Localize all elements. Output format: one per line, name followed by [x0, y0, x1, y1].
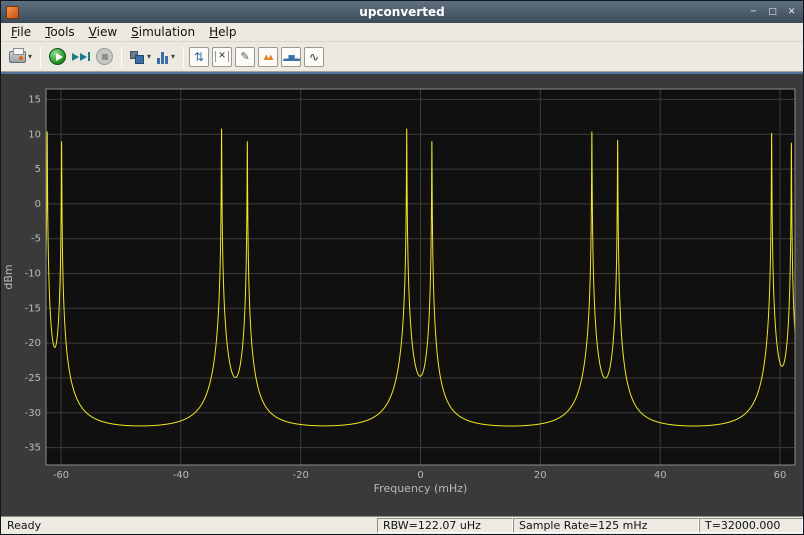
svg-text:-20: -20 [293, 470, 309, 481]
menu-view[interactable]: View [83, 24, 123, 40]
titlebar[interactable]: upconverted ─ □ ✕ [1, 1, 803, 23]
peak-finder-button[interactable]: ▲▲ [258, 47, 278, 67]
svg-text:0: 0 [417, 470, 423, 481]
svg-text:10: 10 [28, 129, 41, 140]
menubar: File Tools View Simulation Help [1, 23, 803, 42]
ccdf-measurements-button[interactable]: ∿ [304, 47, 324, 67]
svg-text:15: 15 [28, 94, 41, 105]
spectrum-plot[interactable]: 15 10 5 0 -5 -10 -15 -20 -25 -30 -35 -60 -40 -20 0 20 40… [1, 72, 803, 516]
maximize-button[interactable]: □ [764, 5, 781, 20]
minimize-button[interactable]: ─ [745, 5, 762, 20]
toolbar-separator [40, 46, 41, 68]
window-title: upconverted [1, 5, 803, 19]
status-sim-time: T=32000.000 [699, 518, 803, 533]
window-controls: ─ □ ✕ [745, 5, 800, 20]
svg-text:5: 5 [35, 164, 41, 175]
svg-text:-35: -35 [25, 443, 41, 454]
close-button[interactable]: ✕ [783, 5, 800, 20]
toolbar-separator [183, 46, 184, 68]
svg-text:0: 0 [35, 199, 41, 210]
menu-file[interactable]: File [5, 24, 37, 40]
scope-app-icon [6, 6, 19, 19]
menu-tools[interactable]: Tools [39, 24, 81, 40]
svg-text:40: 40 [654, 470, 667, 481]
signal-statistics-button[interactable]: ✎ [235, 47, 255, 67]
run-button[interactable] [46, 45, 69, 69]
status-ready: Ready [1, 517, 377, 534]
statusbar: Ready RBW=122.07 uHz Sample Rate=125 mHz… [1, 516, 803, 534]
bars-icon: ▂▅▂ [283, 52, 298, 61]
svg-text:-40: -40 [173, 470, 189, 481]
cursor-measurements-button[interactable]: ✕ [212, 47, 232, 67]
cursor-icon: ✕ [215, 51, 229, 62]
toolbar: ▾ ▾ ▾ ⇅ ✕ [1, 42, 803, 72]
svg-text:-15: -15 [25, 303, 41, 314]
distortion-measurements-button[interactable]: ▂▅▂ [281, 47, 301, 67]
spectrum-bars-icon [157, 50, 169, 64]
step-forward-button[interactable] [69, 45, 93, 69]
blocks-icon [130, 50, 145, 64]
svg-text:-30: -30 [25, 408, 41, 419]
svg-text:-5: -5 [31, 234, 41, 245]
chevron-down-icon: ▾ [171, 52, 175, 61]
svg-text:dBm: dBm [2, 264, 15, 289]
svg-text:-20: -20 [25, 338, 41, 349]
spectrum-settings-button[interactable]: ▾ [154, 45, 178, 69]
chevron-down-icon: ▾ [28, 52, 32, 61]
status-rbw: RBW=122.07 uHz [377, 518, 513, 533]
svg-text:20: 20 [534, 470, 547, 481]
panner-icon: ⇅ [194, 50, 204, 64]
curve-icon: ∿ [309, 50, 319, 64]
peak-finder-icon: ▲▲ [264, 53, 273, 61]
svg-text:Frequency (mHz): Frequency (mHz) [374, 482, 468, 495]
pencil-icon: ✎ [240, 50, 249, 63]
print-icon [9, 51, 26, 63]
chevron-down-icon: ▾ [147, 52, 151, 61]
spectrum-plot-canvas[interactable]: 15 10 5 0 -5 -10 -15 -20 -25 -30 -35 -60 -40 -20 0 20 40… [1, 74, 803, 516]
svg-text:-25: -25 [25, 373, 41, 384]
play-icon [49, 48, 66, 65]
step-forward-icon [72, 52, 90, 61]
stop-icon [96, 48, 113, 65]
configuration-properties-button[interactable]: ▾ [127, 45, 154, 69]
menu-simulation[interactable]: Simulation [125, 24, 201, 40]
stop-button[interactable] [93, 45, 116, 69]
svg-text:-10: -10 [25, 269, 41, 280]
spectrum-analyzer-window: upconverted ─ □ ✕ File Tools View Simula… [0, 0, 804, 535]
print-button[interactable]: ▾ [6, 45, 35, 69]
svg-text:-60: -60 [53, 470, 69, 481]
status-sample-rate: Sample Rate=125 mHz [513, 518, 699, 533]
toolbar-separator [121, 46, 122, 68]
svg-text:60: 60 [774, 470, 787, 481]
panner-button[interactable]: ⇅ [189, 47, 209, 67]
menu-help[interactable]: Help [203, 24, 242, 40]
